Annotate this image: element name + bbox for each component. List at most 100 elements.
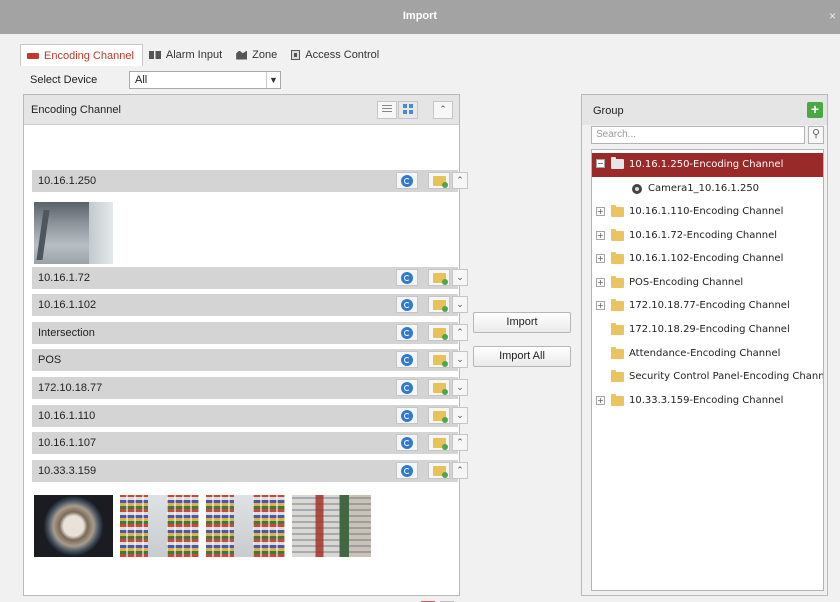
refresh-button[interactable] (396, 434, 418, 451)
add-to-group-button[interactable] (428, 434, 450, 451)
refresh-button[interactable] (396, 379, 418, 396)
expand-icon[interactable]: + (596, 396, 605, 405)
folder-icon (611, 323, 624, 335)
tree-node-group[interactable]: + 10.16.1.102-Encoding Channel (592, 248, 823, 270)
tab-encoding-channel[interactable]: Encoding Channel (20, 44, 143, 66)
tree-node-group[interactable]: Security Control Panel-Encoding Channel (592, 366, 823, 388)
tree-node-label: Security Control Panel-Encoding Channel (629, 371, 824, 382)
tab-zone[interactable]: Zone (230, 44, 285, 66)
tree-node-group[interactable]: Attendance-Encoding Channel (592, 343, 823, 365)
expand-icon[interactable]: + (596, 207, 605, 216)
camera-icon (632, 184, 642, 194)
tree-node-group[interactable]: + 10.16.1.72-Encoding Channel (592, 225, 823, 247)
device-row[interactable]: 10.16.1.250 ⌃ (32, 170, 468, 192)
device-row[interactable]: 10.16.1.72 ⌄ (32, 267, 468, 289)
double-chevron-up-icon: ⌃ (456, 465, 464, 475)
device-row[interactable]: POS ⌄ (32, 349, 468, 371)
thumbnail-view-button[interactable] (398, 101, 418, 119)
tree-node-camera[interactable]: Camera1_10.16.1.250 (592, 178, 823, 200)
tree-node-group[interactable]: 172.10.18.29-Encoding Channel (592, 319, 823, 341)
import-all-button[interactable]: Import All (473, 346, 571, 367)
refresh-button[interactable] (396, 324, 418, 341)
refresh-button[interactable] (396, 172, 418, 189)
expand-icon[interactable]: + (596, 254, 605, 263)
device-row[interactable]: Intersection ⌃ (32, 322, 468, 344)
expand-icon[interactable]: + (596, 231, 605, 240)
expand-icon[interactable]: + (596, 301, 605, 310)
tree-node-group[interactable]: + POS-Encoding Channel (592, 272, 823, 294)
collapse-all-button[interactable]: ⌃ (433, 101, 453, 119)
add-to-group-button[interactable] (428, 269, 450, 286)
refresh-button[interactable] (396, 351, 418, 368)
tree-node-group[interactable]: + 10.16.1.110-Encoding Channel (592, 201, 823, 223)
folder-icon (611, 394, 624, 406)
expand-button[interactable]: ⌄ (452, 407, 468, 424)
refresh-icon (401, 465, 413, 477)
device-row[interactable]: 172.10.18.77 ⌄ (32, 377, 468, 399)
refresh-button[interactable] (396, 269, 418, 286)
collapse-button[interactable]: ⌃ (452, 434, 468, 451)
refresh-button[interactable] (396, 407, 418, 424)
encoding-channel-panel: Encoding Channel ⌃ 10.16.1.250 ⌃ 10.16.1… (23, 94, 468, 602)
list-view-button[interactable] (377, 101, 397, 119)
refresh-icon (401, 175, 413, 187)
device-name: Intersection (38, 327, 95, 339)
camera-thumbnail[interactable] (120, 495, 199, 557)
zone-icon (236, 50, 248, 60)
refresh-icon (401, 437, 413, 449)
add-to-group-button[interactable] (428, 172, 450, 189)
device-row[interactable]: 10.33.3.159 ⌃ (32, 460, 468, 482)
folder-add-icon (432, 383, 448, 395)
tree-node-group[interactable]: + 10.33.3.159-Encoding Channel (592, 390, 823, 412)
device-name: 10.16.1.250 (38, 175, 97, 187)
add-to-group-button[interactable] (428, 379, 450, 396)
camera-thumbnail[interactable] (34, 495, 113, 557)
close-icon[interactable]: × (829, 9, 836, 23)
search-icon[interactable]: ⚲ (808, 126, 824, 144)
folder-icon (611, 157, 624, 169)
tree-node-group[interactable]: + 172.10.18.77-Encoding Channel (592, 295, 823, 317)
add-to-group-button[interactable] (428, 351, 450, 368)
device-dropdown[interactable]: All ▼ (129, 71, 281, 89)
add-to-group-button[interactable] (428, 407, 450, 424)
chevron-down-icon[interactable]: ▼ (266, 72, 280, 88)
expand-button[interactable]: ⌄ (452, 351, 468, 368)
folder-add-icon (432, 328, 448, 340)
camera-thumbnail[interactable] (206, 495, 285, 557)
collapse-button[interactable]: ⌃ (452, 324, 468, 341)
collapse-button[interactable]: ⌃ (452, 462, 468, 479)
tree-node-label: POS-Encoding Channel (629, 277, 744, 288)
device-row[interactable]: 10.16.1.110 ⌄ (32, 405, 468, 427)
import-button[interactable]: Import (473, 312, 571, 333)
tab-access-control[interactable]: Access Control (285, 44, 387, 66)
expand-button[interactable]: ⌄ (452, 379, 468, 396)
folder-add-icon (432, 466, 448, 478)
camera-thumbnail[interactable] (292, 495, 371, 557)
panel-title: Encoding Channel (31, 104, 121, 116)
tab-label: Zone (252, 49, 278, 61)
add-to-group-button[interactable] (428, 296, 450, 313)
double-chevron-down-icon: ⌄ (456, 410, 464, 420)
collapse-icon[interactable]: − (596, 159, 605, 168)
expand-icon[interactable]: + (596, 278, 605, 287)
collapse-button[interactable]: ⌃ (452, 172, 468, 189)
add-to-group-button[interactable] (428, 462, 450, 479)
device-name: 10.16.1.107 (38, 437, 97, 449)
tree-node-group[interactable]: − 10.16.1.250-Encoding Channel (592, 153, 823, 177)
device-row[interactable]: 10.16.1.107 ⌃ (32, 432, 468, 454)
tree-node-label: 172.10.18.77-Encoding Channel (629, 300, 790, 311)
refresh-icon (401, 272, 413, 284)
search-input[interactable]: Search... (591, 126, 805, 144)
add-group-button[interactable]: + (807, 102, 823, 118)
double-chevron-down-icon: ⌄ (456, 272, 464, 282)
device-row[interactable]: 10.16.1.102 ⌄ (32, 294, 468, 316)
refresh-button[interactable] (396, 462, 418, 479)
camera-thumbnail[interactable] (34, 202, 113, 264)
add-to-group-button[interactable] (428, 324, 450, 341)
tree-node-label: Attendance-Encoding Channel (629, 348, 781, 359)
list-view-icon (382, 104, 392, 114)
expand-button[interactable]: ⌄ (452, 269, 468, 286)
tab-alarm-input[interactable]: Alarm Input (143, 44, 230, 66)
expand-button[interactable]: ⌄ (452, 296, 468, 313)
refresh-button[interactable] (396, 296, 418, 313)
